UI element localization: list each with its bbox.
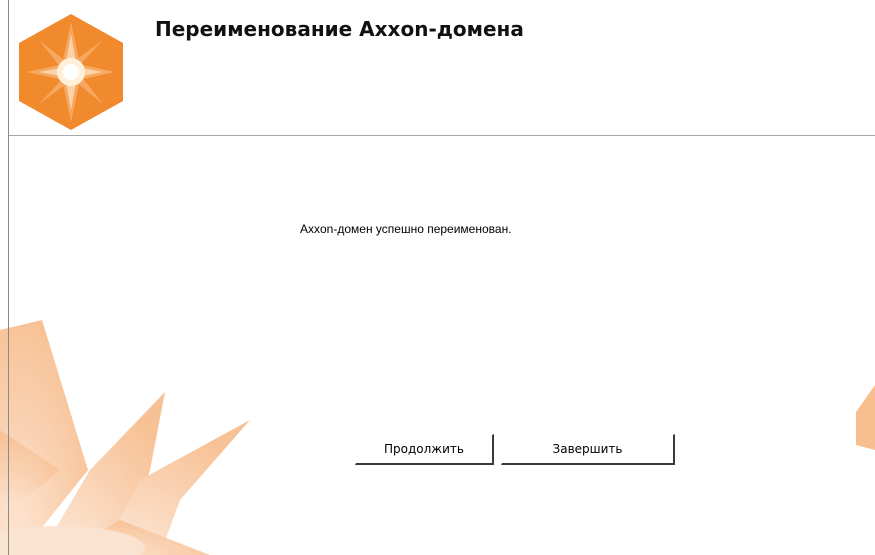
- wizard-title: Переименование Axxon-домена: [155, 17, 524, 41]
- wizard-window: Переименование Axxon-домена Axxon-домен …: [0, 0, 875, 555]
- axxon-logo-icon: [19, 14, 123, 130]
- continue-button[interactable]: Продолжить: [355, 434, 494, 465]
- finish-button[interactable]: Завершить: [501, 434, 675, 465]
- header-divider: [9, 135, 875, 136]
- success-message: Axxon-домен успешно переименован.: [300, 222, 512, 236]
